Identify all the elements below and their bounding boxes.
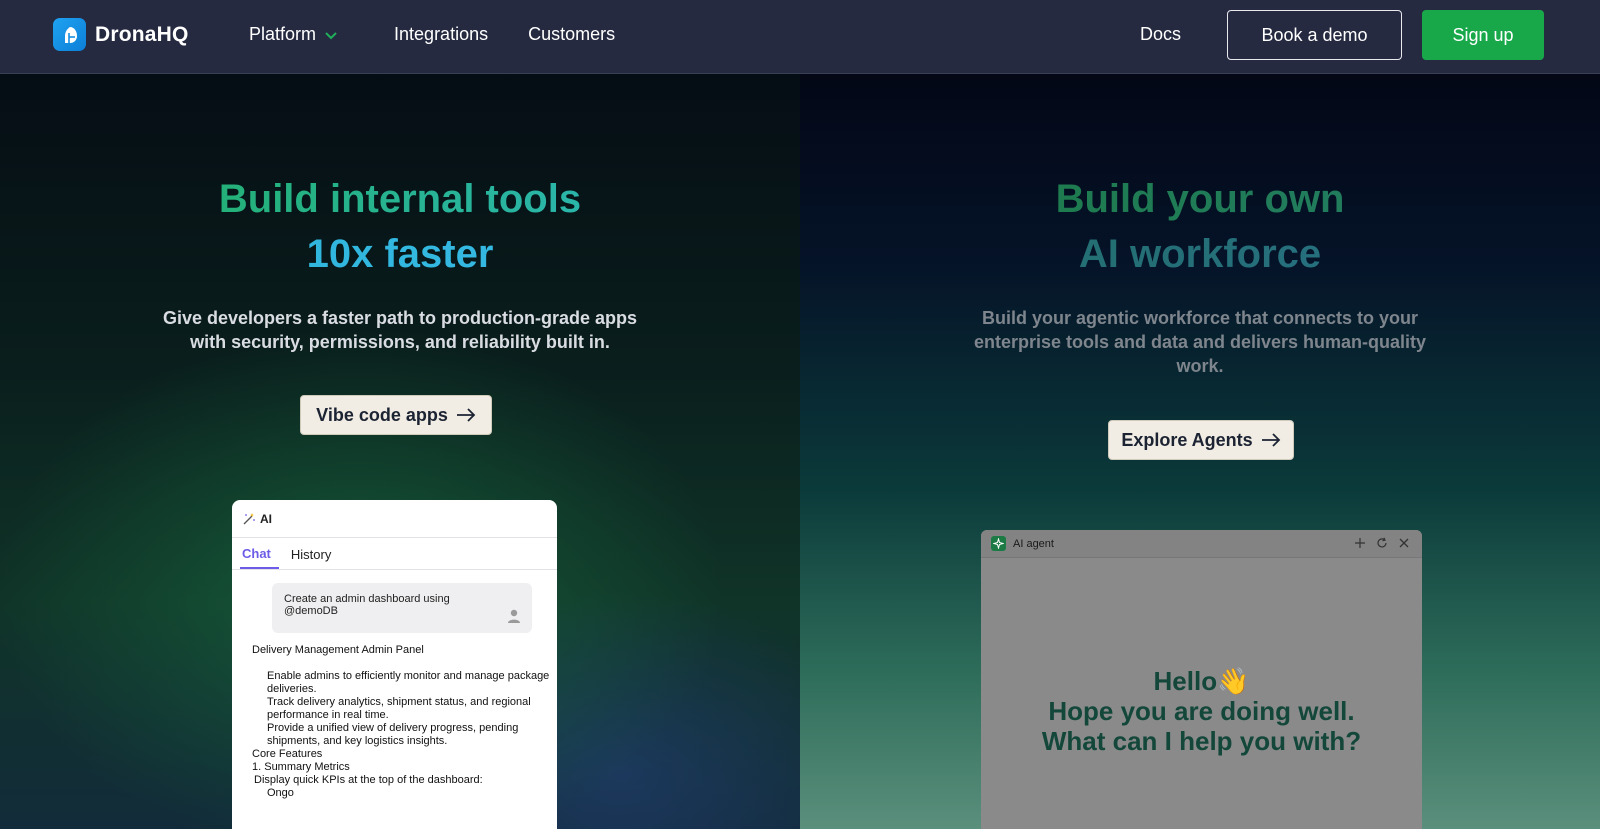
- nav-link-platform[interactable]: Platform: [249, 24, 340, 45]
- ai-workforce-panel: Build your own AI workforce Build your a…: [800, 74, 1600, 829]
- user-avatar-icon: [508, 609, 520, 623]
- brand-logo[interactable]: DronaHQ: [53, 18, 189, 51]
- title-line-1: Build your own: [800, 172, 1600, 227]
- arrow-right-icon: [456, 408, 476, 422]
- ai-workforce-subtitle: Build your agentic workforce that connec…: [973, 308, 1427, 376]
- chat-header-label: AI: [260, 511, 272, 526]
- response-item: Provide a unified view of delivery progr…: [267, 722, 519, 747]
- dronahq-logo-icon: [53, 18, 86, 51]
- greeting-line-3: What can I help you with?: [1041, 726, 1362, 756]
- feature-description: Display quick KPIs at the top of the das…: [254, 774, 483, 786]
- nav-link-label: Platform: [249, 24, 317, 44]
- user-message-text: Create an admin dashboard using @demoDB: [284, 593, 450, 617]
- nav-link-integrations[interactable]: Integrations: [394, 24, 488, 45]
- title-line-2: 10x faster: [0, 227, 800, 282]
- nav-links: Platform Integrations Customers: [249, 24, 655, 45]
- feature-item: Ongo: [267, 787, 294, 799]
- ai-response: Delivery Management Admin Panel Enable a…: [252, 644, 552, 800]
- cta-label: Vibe code apps: [316, 404, 448, 425]
- core-features-label: Core Features: [252, 748, 323, 760]
- ai-chat-card: AI Chat History Create an admin dashboar…: [232, 500, 557, 829]
- agent-header: AI agent: [981, 530, 1422, 558]
- cta-label: Explore Agents: [1121, 429, 1253, 450]
- refresh-icon[interactable]: [1376, 537, 1388, 549]
- title-line-1: Build internal tools: [0, 172, 800, 227]
- chat-tabs: Chat History: [232, 538, 557, 570]
- feature-heading: 1. Summary Metrics: [252, 761, 350, 773]
- nav-link-label: Customers: [528, 24, 616, 44]
- internal-tools-subtitle: Give developers a faster path to product…: [162, 308, 638, 352]
- nav-link-customers[interactable]: Customers: [528, 24, 615, 45]
- internal-tools-panel: Build internal tools 10x faster Give dev…: [0, 74, 800, 829]
- arrow-right-icon: [1261, 433, 1280, 447]
- ai-agent-card: AI agent Hello👋 Hope you are doing well.…: [981, 530, 1422, 829]
- response-item: Enable admins to efficiently monitor and…: [267, 670, 550, 695]
- plus-icon[interactable]: [1354, 537, 1366, 549]
- agent-header-label: AI agent: [1013, 537, 1054, 550]
- agent-controls: [1354, 537, 1410, 549]
- tab-history[interactable]: History: [285, 547, 339, 569]
- nav-link-label: Integrations: [394, 24, 489, 44]
- internal-tools-title: Build internal tools 10x faster: [0, 172, 800, 282]
- response-item: Track delivery analytics, shipment statu…: [267, 696, 531, 721]
- agent-logo-icon: [991, 536, 1006, 551]
- chevron-down-icon: [325, 31, 337, 39]
- explore-agents-button[interactable]: Explore Agents: [1108, 420, 1294, 460]
- book-demo-button[interactable]: Book a demo: [1227, 10, 1402, 60]
- greeting-line-1: Hello👋: [1153, 666, 1250, 696]
- magic-wand-icon: [243, 512, 255, 524]
- nav-link-docs[interactable]: Docs: [1140, 24, 1181, 45]
- vibe-code-apps-button[interactable]: Vibe code apps: [300, 395, 492, 435]
- greeting-line-2: Hope you are doing well.: [1048, 696, 1355, 726]
- ai-workforce-title: Build your own AI workforce: [800, 172, 1600, 282]
- tab-chat[interactable]: Chat: [240, 546, 279, 569]
- top-nav: DronaHQ Platform Integrations Customers …: [0, 0, 1600, 74]
- title-line-2: AI workforce: [800, 227, 1600, 282]
- brand-name: DronaHQ: [95, 22, 189, 46]
- agent-greeting: Hello👋 Hope you are doing well. What can…: [981, 666, 1422, 756]
- user-message-bubble: Create an admin dashboard using @demoDB: [272, 583, 532, 633]
- sign-up-button[interactable]: Sign up: [1422, 10, 1544, 60]
- response-heading: Delivery Management Admin Panel: [252, 644, 424, 656]
- close-icon[interactable]: [1398, 537, 1410, 549]
- chat-header: AI: [232, 500, 557, 538]
